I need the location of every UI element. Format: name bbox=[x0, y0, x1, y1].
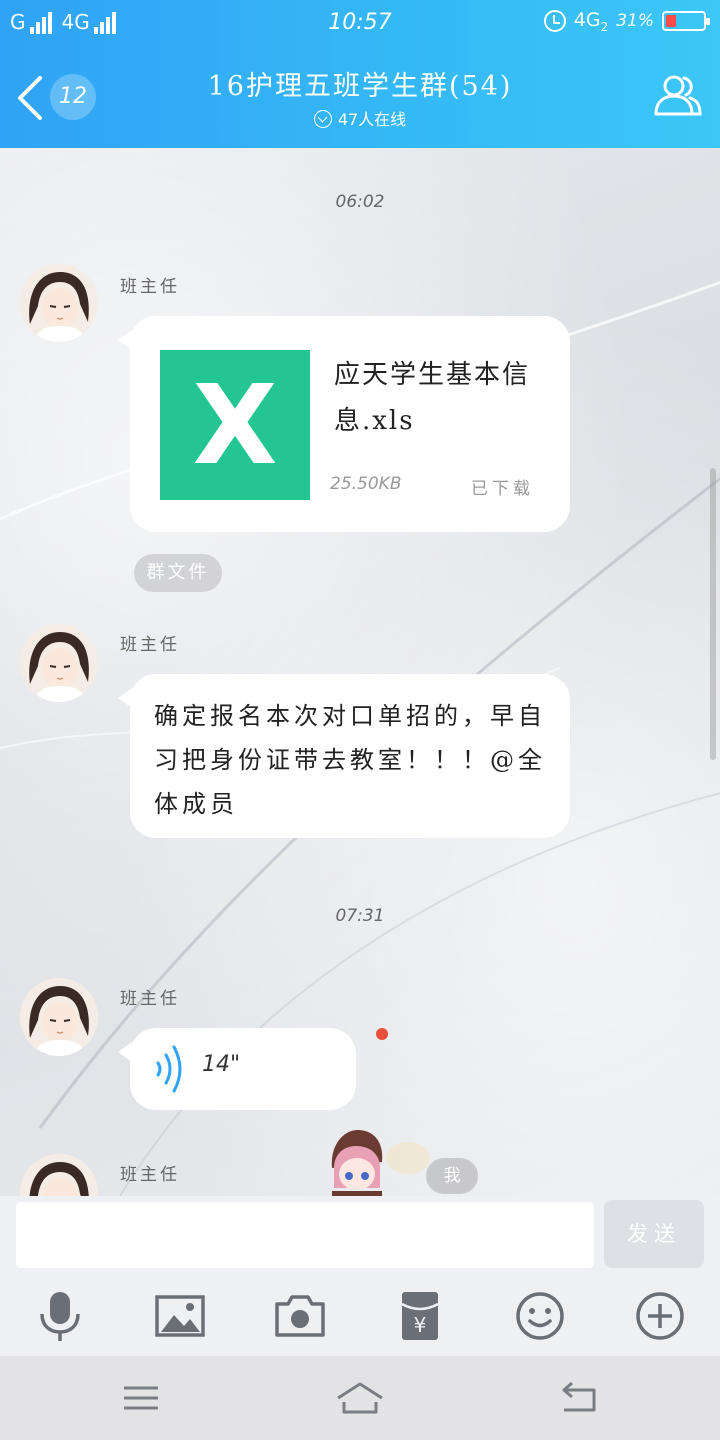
input-bar: 发送 ¥ bbox=[0, 1196, 720, 1356]
voice-wave-icon bbox=[156, 1045, 182, 1093]
sender-name: 班主任 bbox=[120, 635, 180, 655]
sender-name: 班主任 bbox=[120, 1165, 180, 1185]
group-file-tag[interactable]: 群文件 bbox=[134, 554, 222, 592]
alarm-icon bbox=[543, 10, 566, 33]
chat-title[interactable]: 16护理五班学生群(54) bbox=[0, 64, 720, 103]
excel-file-icon: X bbox=[160, 350, 310, 500]
message-input[interactable] bbox=[16, 1202, 594, 1268]
send-button[interactable]: 发送 bbox=[604, 1200, 704, 1268]
message-text: 确定报名本次对口单招的，早自习把身份证带去教室！！！@全体成员 bbox=[154, 702, 546, 818]
image-icon[interactable] bbox=[152, 1288, 208, 1344]
group-members-icon[interactable] bbox=[652, 70, 704, 122]
bubble-tail bbox=[118, 330, 132, 350]
chat-background bbox=[0, 280, 720, 1196]
voice-duration: 14" bbox=[202, 1052, 241, 1077]
red-packet-icon[interactable]: ¥ bbox=[392, 1288, 448, 1344]
avatar[interactable] bbox=[20, 978, 98, 1056]
bubble-tail bbox=[118, 688, 132, 708]
avatar-image bbox=[20, 264, 98, 342]
emoji-icon[interactable] bbox=[512, 1288, 568, 1344]
voice-message[interactable]: 14" bbox=[118, 1028, 356, 1110]
title-bar: G 4G 10:57 4G2 31% 12 16护理五班学生群(54) 47人在… bbox=[0, 0, 720, 148]
avatar-image bbox=[20, 978, 98, 1056]
microphone-icon[interactable] bbox=[32, 1288, 88, 1344]
file-name: 应天学生基本信息.xls bbox=[334, 360, 531, 436]
scrollbar[interactable] bbox=[710, 468, 716, 760]
avatar-image bbox=[20, 624, 98, 702]
file-size: 25.50KB bbox=[330, 474, 402, 494]
home-icon[interactable] bbox=[334, 1378, 386, 1418]
file-message[interactable]: X 应天学生基本信息.xls 25.50KB 已下载 bbox=[118, 316, 570, 532]
my-label: 我 bbox=[426, 1158, 478, 1194]
text-message[interactable]: 确定报名本次对口单招的，早自习把身份证带去教室！！！@全体成员 bbox=[118, 674, 570, 838]
timestamp-2: 07:31 bbox=[335, 906, 385, 926]
chibi-sticker[interactable] bbox=[324, 1128, 432, 1196]
menu-icon[interactable] bbox=[118, 1378, 164, 1418]
battery-icon bbox=[662, 11, 710, 32]
chat-area[interactable]: 06:02 班主任 X 应天学生基本信息.xls 25.50KB 已下载 群文件 bbox=[0, 148, 720, 1196]
avatar[interactable] bbox=[20, 624, 98, 702]
camera-icon[interactable] bbox=[272, 1288, 328, 1344]
timestamp-1: 06:02 bbox=[335, 192, 385, 212]
avatar[interactable] bbox=[20, 264, 98, 342]
svg-text:¥: ¥ bbox=[414, 1313, 427, 1337]
chevron-down-icon bbox=[313, 110, 332, 128]
download-status: 已下载 bbox=[471, 479, 534, 499]
system-nav-bar bbox=[0, 1356, 720, 1440]
status-right: 4G2 31% bbox=[543, 9, 710, 34]
back-icon[interactable] bbox=[556, 1378, 602, 1418]
sender-name: 班主任 bbox=[120, 277, 180, 297]
plus-icon[interactable] bbox=[632, 1288, 688, 1344]
unread-dot bbox=[376, 1028, 388, 1040]
bubble-tail bbox=[118, 1042, 132, 1062]
status-bar: G 4G 10:57 4G2 31% bbox=[0, 0, 720, 48]
sender-name: 班主任 bbox=[120, 989, 180, 1009]
network-type: 4G2 bbox=[573, 9, 609, 34]
online-count[interactable]: 47人在线 bbox=[0, 106, 720, 130]
battery-percent: 31% bbox=[616, 11, 654, 32]
